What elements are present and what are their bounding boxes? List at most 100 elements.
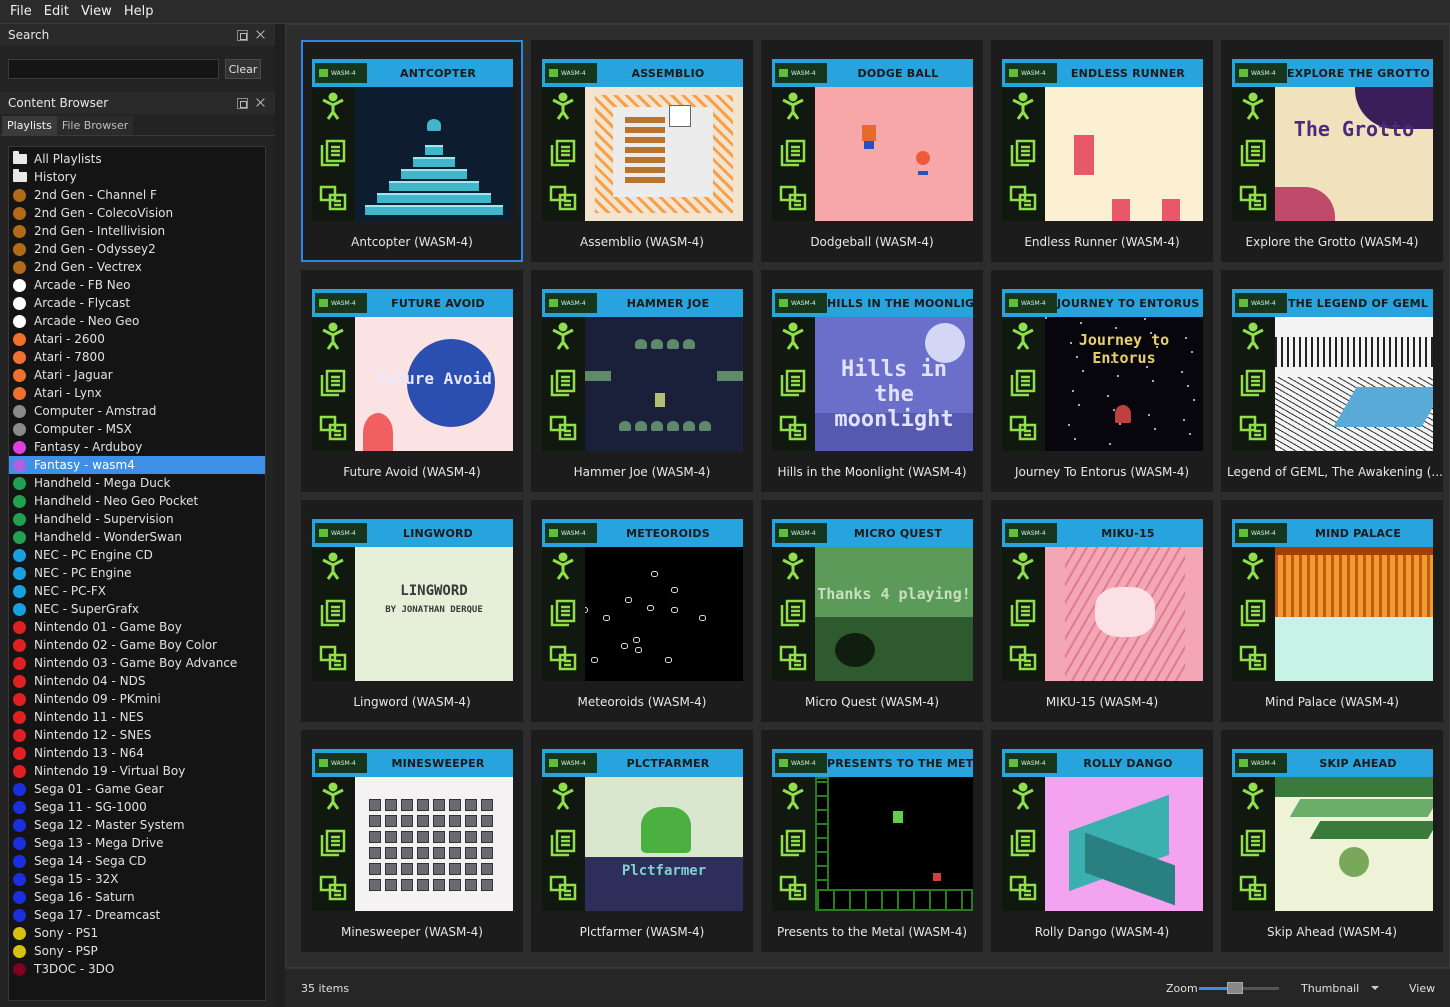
game-card[interactable]: WASM-4 HILLS IN THE MOONLIGHT Hills in the…: [761, 270, 983, 492]
playlist-item[interactable]: Atari - 7800: [9, 348, 265, 366]
playlist-item[interactable]: Arcade - Neo Geo: [9, 312, 265, 330]
tab-file-browser[interactable]: File Browser: [56, 116, 134, 135]
cartridge-icon: [318, 643, 348, 673]
playlist-item[interactable]: Nintendo 02 - Game Boy Color: [9, 636, 265, 654]
menu-file[interactable]: File: [4, 4, 38, 19]
playlist-item[interactable]: 2nd Gen - Channel F: [9, 186, 265, 204]
game-card[interactable]: WASM-4 METEOROIDS Meteoroids (WASM-4): [531, 500, 753, 722]
wasm4-chip-label: WASM-4: [791, 759, 816, 767]
game-screenshot: [1045, 87, 1203, 221]
playlist-item[interactable]: Sega 01 - Game Gear: [9, 780, 265, 798]
menu-help[interactable]: Help: [118, 4, 160, 19]
wasm4-sidebar: [542, 87, 585, 221]
thumbnail-view[interactable]: WASM-4 ANTCOPTER Antcopter (WASM-4) WASM-4 A…: [285, 24, 1450, 968]
playlist-item[interactable]: NEC - PC-FX: [9, 582, 265, 600]
playlist-label: 2nd Gen - Channel F: [34, 188, 157, 202]
game-card[interactable]: WASM-4 JOURNEY TO ENTORUS Journey to Entor…: [991, 270, 1213, 492]
playlist-item[interactable]: Handheld - Supervision: [9, 510, 265, 528]
playlist-item[interactable]: Sega 15 - 32X: [9, 870, 265, 888]
playlist-list[interactable]: All Playlists History 2nd Gen - Channel F 2…: [8, 146, 266, 1001]
float-icon[interactable]: [237, 97, 248, 109]
view-button[interactable]: View: [1409, 982, 1435, 995]
person-icon: [548, 321, 578, 351]
playlist-item[interactable]: Atari - 2600: [9, 330, 265, 348]
search-input[interactable]: [8, 59, 219, 79]
playlist-item[interactable]: NEC - PC Engine CD: [9, 546, 265, 564]
playlist-item[interactable]: 2nd Gen - Odyssey2: [9, 240, 265, 258]
game-card[interactable]: WASM-4 MIKU-15 MIKU-15 (WASM-4): [991, 500, 1213, 722]
playlist-item[interactable]: History: [9, 168, 265, 186]
game-card[interactable]: WASM-4 MIND PALACE Mind Palace (WASM-4): [1221, 500, 1443, 722]
playlist-item[interactable]: Computer - MSX: [9, 420, 265, 438]
game-thumbnail: WASM-4 HILLS IN THE MOONLIGHT Hills in the…: [772, 289, 973, 451]
playlist-item[interactable]: Nintendo 13 - N64: [9, 744, 265, 762]
playlist-item[interactable]: T3DOC - 3DO: [9, 960, 265, 978]
playlist-item[interactable]: Fantasy - Arduboy: [9, 438, 265, 456]
zoom-slider[interactable]: [1199, 982, 1279, 994]
tab-playlists[interactable]: Playlists: [2, 116, 57, 135]
wasm4-icon: [1239, 299, 1248, 307]
playlist-label: NEC - PC-FX: [34, 584, 106, 598]
playlist-label: Sega 01 - Game Gear: [34, 782, 164, 796]
game-thumbnail: WASM-4 HAMMER JOE: [542, 289, 743, 451]
playlist-item[interactable]: Sega 13 - Mega Drive: [9, 834, 265, 852]
float-icon[interactable]: [237, 29, 248, 41]
playlist-item[interactable]: Sega 14 - Sega CD: [9, 852, 265, 870]
playlist-item[interactable]: Atari - Lynx: [9, 384, 265, 402]
game-card[interactable]: WASM-4 SKIP AHEAD Skip Ahead (WASM-4): [1221, 730, 1443, 952]
playlist-color-icon: [13, 926, 26, 940]
playlist-item[interactable]: NEC - SuperGrafx: [9, 600, 265, 618]
close-icon[interactable]: [256, 98, 267, 109]
playlist-item[interactable]: Nintendo 11 - NES: [9, 708, 265, 726]
game-card[interactable]: WASM-4 MINESWEEPER Minesweeper (WASM-4): [301, 730, 523, 952]
playlist-item[interactable]: Sega 12 - Master System: [9, 816, 265, 834]
playlist-item[interactable]: Nintendo 04 - NDS: [9, 672, 265, 690]
game-screenshot: Future Avoid: [355, 317, 513, 451]
playlist-item[interactable]: Computer - Amstrad: [9, 402, 265, 420]
playlist-item[interactable]: 2nd Gen - ColecoVision: [9, 204, 265, 222]
playlist-item[interactable]: All Playlists: [9, 150, 265, 168]
game-screenshot: [355, 777, 513, 911]
game-card[interactable]: WASM-4 EXPLORE THE GROTTO The Grotto Explor…: [1221, 40, 1443, 262]
playlist-item[interactable]: Nintendo 03 - Game Boy Advance: [9, 654, 265, 672]
playlist-item[interactable]: Sony - PS1: [9, 924, 265, 942]
playlist-item[interactable]: Nintendo 12 - SNES: [9, 726, 265, 744]
game-card[interactable]: WASM-4 PLCTFARMER Plctfarmer Plctfarmer (WA…: [531, 730, 753, 952]
game-card[interactable]: WASM-4 ASSEMBLIO Assemblio (WASM-4): [531, 40, 753, 262]
playlist-item[interactable]: 2nd Gen - Intellivision: [9, 222, 265, 240]
playlist-item[interactable]: Handheld - Neo Geo Pocket: [9, 492, 265, 510]
playlist-item[interactable]: Arcade - Flycast: [9, 294, 265, 312]
playlist-color-icon: [13, 566, 26, 580]
playlist-item[interactable]: Nintendo 01 - Game Boy: [9, 618, 265, 636]
clear-button[interactable]: Clear: [225, 59, 261, 79]
game-card[interactable]: WASM-4 THE LEGEND OF GEML Legend of GEML, …: [1221, 270, 1443, 492]
game-card[interactable]: WASM-4 MICRO QUEST Thanks 4 playing! Micro …: [761, 500, 983, 722]
playlist-item[interactable]: Atari - Jaguar: [9, 366, 265, 384]
game-card[interactable]: WASM-4 ENDLESS RUNNER Endless Runner (WASM…: [991, 40, 1213, 262]
playlist-item[interactable]: Handheld - Mega Duck: [9, 474, 265, 492]
game-card[interactable]: WASM-4 HAMMER JOE Hammer Joe (WASM-4): [531, 270, 753, 492]
game-card[interactable]: WASM-4 PRESENTS TO THE METAL Presents to t…: [761, 730, 983, 952]
playlist-item[interactable]: NEC - PC Engine: [9, 564, 265, 582]
playlist-item[interactable]: Fantasy - wasm4: [9, 456, 265, 474]
playlist-item[interactable]: Sega 17 - Dreamcast: [9, 906, 265, 924]
menu-edit[interactable]: Edit: [38, 4, 75, 19]
game-card[interactable]: WASM-4 ROLLY DANGO Rolly Dango (WASM-4): [991, 730, 1213, 952]
zoom-handle[interactable]: [1227, 982, 1243, 994]
game-card[interactable]: WASM-4 LINGWORD LINGWORD BY JONATHAN DERQUE…: [301, 500, 523, 722]
playlist-item[interactable]: 2nd Gen - Vectrex: [9, 258, 265, 276]
playlist-item[interactable]: Sega 11 - SG-1000: [9, 798, 265, 816]
playlist-item[interactable]: Nintendo 19 - Virtual Boy: [9, 762, 265, 780]
playlist-item[interactable]: Sega 16 - Saturn: [9, 888, 265, 906]
playlist-item[interactable]: Arcade - FB Neo: [9, 276, 265, 294]
playlist-item[interactable]: Sony - PSP: [9, 942, 265, 960]
playlist-item[interactable]: Handheld - WonderSwan: [9, 528, 265, 546]
game-card[interactable]: WASM-4 ANTCOPTER Antcopter (WASM-4): [301, 40, 523, 262]
game-card[interactable]: WASM-4 FUTURE AVOID Future Avoid Future Avo…: [301, 270, 523, 492]
document-icon: [548, 367, 578, 397]
playlist-item[interactable]: Nintendo 09 - PKmini: [9, 690, 265, 708]
close-icon[interactable]: [256, 30, 267, 41]
view-mode-select[interactable]: Thumbnail: [1301, 982, 1380, 995]
game-card[interactable]: WASM-4 DODGE BALL Dodgeball (WASM-4): [761, 40, 983, 262]
menu-view[interactable]: View: [75, 4, 118, 19]
